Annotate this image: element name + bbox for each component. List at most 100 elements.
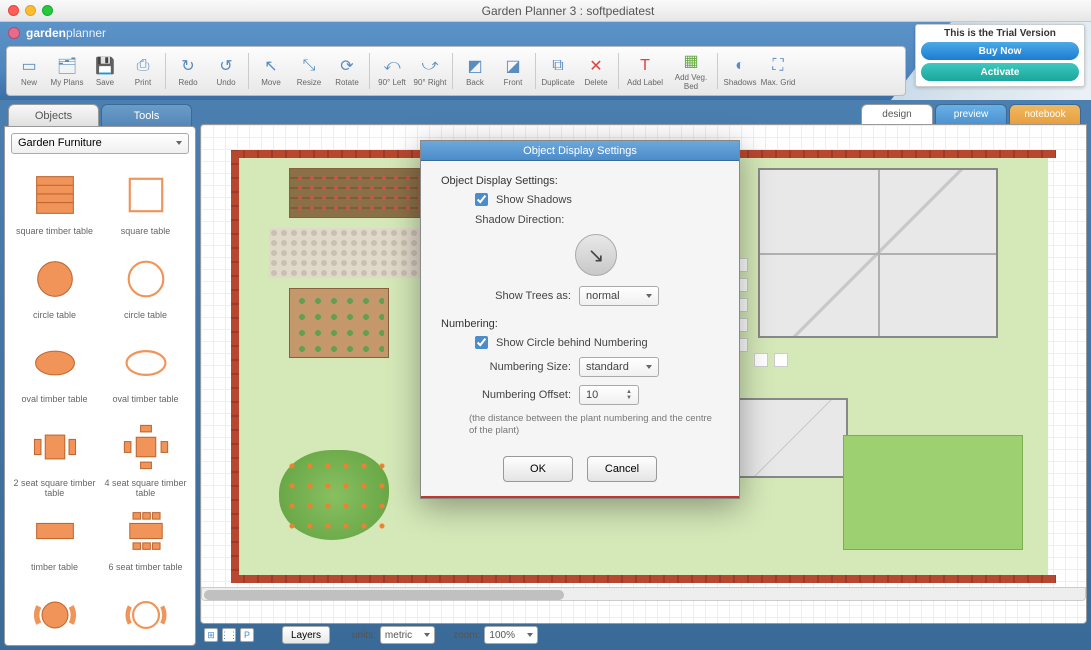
back-button[interactable]: ◩Back — [457, 50, 493, 92]
category-value: Garden Furniture — [18, 137, 102, 149]
shadow-direction-dial[interactable]: ↘ — [575, 234, 617, 276]
tab-notebook[interactable]: notebook — [1009, 104, 1081, 124]
bring-front-icon: ◪ — [503, 56, 523, 76]
object-item[interactable]: square table — [100, 164, 191, 248]
oval-table-outline-icon — [119, 336, 173, 390]
trial-panel: This is the Trial Version Buy Now Activa… — [915, 24, 1085, 87]
chevron-down-icon: ▼ — [626, 395, 632, 401]
duplicate-button[interactable]: ⧉Duplicate — [540, 50, 576, 92]
rotate-left-button[interactable]: ⤺90° Left — [374, 50, 410, 92]
save-button[interactable]: 💾Save — [87, 50, 123, 92]
cancel-button[interactable]: Cancel — [587, 456, 657, 482]
close-window-icon[interactable] — [8, 5, 19, 16]
ok-button[interactable]: OK — [503, 456, 573, 482]
add-veg-bed-button[interactable]: ▦Add Veg. Bed — [669, 50, 713, 92]
numbering-offset-spinner[interactable]: 10▲▼ — [579, 385, 639, 405]
rotate-right-button[interactable]: ⤻90° Right — [412, 50, 448, 92]
zoom-window-icon[interactable] — [42, 5, 53, 16]
shadows-button[interactable]: ◐Shadows — [722, 50, 758, 92]
add-label-button[interactable]: TAdd Label — [623, 50, 667, 92]
print-icon: ⎙ — [133, 56, 153, 76]
toolbar-separator — [369, 53, 370, 89]
objects-grid[interactable]: square timber table square table circle … — [5, 160, 195, 645]
status-p-icon[interactable]: P — [240, 628, 254, 642]
shadow-direction-label: Shadow Direction: — [475, 214, 564, 226]
object-item[interactable]: 6 seat timber table — [100, 500, 191, 584]
object-item[interactable]: timber table — [9, 500, 100, 584]
object-item[interactable]: oval timber table — [100, 332, 191, 416]
square-table-icon — [119, 168, 173, 222]
numbering-offset-label: Numbering Offset: — [441, 389, 571, 401]
horizontal-scrollbar[interactable] — [201, 587, 1086, 601]
lawn — [843, 435, 1023, 550]
scroll-thumb[interactable] — [204, 590, 564, 600]
oval-timber-table-icon — [28, 336, 82, 390]
object-item[interactable]: square timber table — [9, 164, 100, 248]
circle-table-2chairs-outline-icon — [119, 588, 173, 642]
myplans-button[interactable]: 🗂My Plans — [49, 50, 85, 92]
resize-icon: ⤡ — [299, 56, 319, 76]
circle-table-outline-icon — [119, 252, 173, 306]
4seat-table-icon — [119, 420, 173, 474]
units-label: units: — [352, 630, 376, 641]
shadows-icon: ◐ — [730, 56, 750, 76]
minimize-window-icon[interactable] — [25, 5, 36, 16]
tab-tools[interactable]: Tools — [101, 104, 192, 126]
house-roof-small — [738, 398, 848, 478]
section-heading: Object Display Settings: — [441, 175, 571, 187]
object-item[interactable]: oval timber table — [9, 332, 100, 416]
save-icon: 💾 — [95, 56, 115, 76]
label-icon: T — [635, 56, 655, 76]
show-shadows-checkbox[interactable] — [475, 193, 488, 206]
square-timber-table-icon — [28, 168, 82, 222]
numbering-size-select[interactable]: standard — [579, 357, 659, 377]
brand-logo: gardenplanner — [8, 26, 106, 40]
trial-title: This is the Trial Version — [921, 28, 1079, 39]
toolbar-separator — [248, 53, 249, 89]
tab-preview[interactable]: preview — [935, 104, 1007, 124]
circle-behind-label: Show Circle behind Numbering — [496, 337, 648, 349]
object-item[interactable]: 2 seat square timber table — [9, 416, 100, 500]
move-button[interactable]: ↖Move — [253, 50, 289, 92]
object-item[interactable]: circle table — [100, 248, 191, 332]
units-select[interactable]: metric — [380, 626, 435, 644]
object-item[interactable]: circle table with 2 chairs — [9, 584, 100, 645]
sidebar: Objects Tools Garden Furniture square ti… — [4, 104, 196, 646]
new-file-icon: ▭ — [19, 56, 39, 76]
rotate-button[interactable]: ⟳Rotate — [329, 50, 365, 92]
show-trees-select[interactable]: normal — [579, 286, 659, 306]
object-display-settings-dialog: Object Display Settings Object Display S… — [420, 140, 740, 499]
object-item[interactable]: circle table — [9, 248, 100, 332]
toolbar-separator — [618, 53, 619, 89]
chevron-down-icon — [527, 633, 533, 637]
main-toolbar: ▭New 🗂My Plans 💾Save ⎙Print ↻Redo ↺Undo … — [6, 46, 906, 96]
status-dotgrid-icon[interactable]: ⋮⋮ — [222, 628, 236, 642]
delete-button[interactable]: ✕Delete — [578, 50, 614, 92]
redo-button[interactable]: ↻Redo — [170, 50, 206, 92]
zoom-select[interactable]: 100% — [484, 626, 538, 644]
send-back-icon: ◩ — [465, 56, 485, 76]
activate-button[interactable]: Activate — [921, 63, 1079, 81]
6seat-table-icon — [119, 504, 173, 558]
object-item[interactable]: 4 seat square timber table — [100, 416, 191, 500]
buy-now-button[interactable]: Buy Now — [921, 42, 1079, 60]
vegetable-bed-1 — [289, 168, 429, 218]
vegetable-bed-2 — [289, 288, 389, 358]
undo-button[interactable]: ↺Undo — [208, 50, 244, 92]
status-bar: ⊞ ⋮⋮ P Layers units: metric zoom: 100% — [200, 624, 1087, 646]
front-button[interactable]: ◪Front — [495, 50, 531, 92]
status-grid-icon[interactable]: ⊞ — [204, 628, 218, 642]
zoom-label: zoom: — [453, 630, 480, 641]
object-item[interactable]: circle table with 2 chairs — [100, 584, 191, 645]
new-button[interactable]: ▭New — [11, 50, 47, 92]
tab-objects[interactable]: Objects — [8, 104, 99, 126]
resize-button[interactable]: ⤡Resize — [291, 50, 327, 92]
circle-behind-checkbox[interactable] — [475, 336, 488, 349]
category-dropdown[interactable]: Garden Furniture — [11, 133, 189, 154]
toolbar-separator — [717, 53, 718, 89]
section-heading: Numbering: — [441, 318, 571, 330]
max-grid-button[interactable]: ⛶Max. Grid — [760, 50, 796, 92]
print-button[interactable]: ⎙Print — [125, 50, 161, 92]
tab-design[interactable]: design — [861, 104, 933, 124]
layers-button[interactable]: Layers — [282, 626, 330, 644]
